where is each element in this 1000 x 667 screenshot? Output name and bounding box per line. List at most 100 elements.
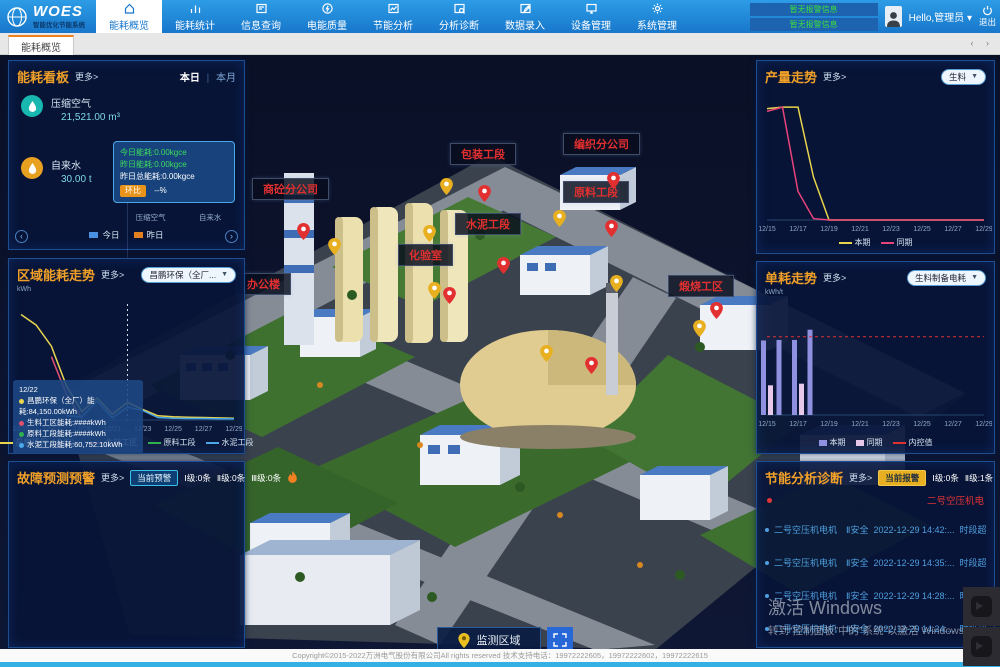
svg-text:12/17: 12/17 [789, 226, 807, 233]
map-pin[interactable] [610, 275, 623, 292]
bullet-dot [765, 594, 769, 598]
nav-能耗统计[interactable]: 能耗统计 [162, 0, 228, 33]
map-pin[interactable] [553, 210, 566, 227]
alarm-list-item[interactable]: 二号空压机电机Ⅱ安全2022-12-29 14:42:...时段超限-关... [765, 513, 986, 546]
bullet-dot [765, 528, 769, 532]
region-select[interactable]: 昌鹏环保（全厂...▼ [141, 267, 236, 283]
map-label-水泥工段[interactable]: 水泥工段 [455, 213, 521, 235]
production-trend-chart[interactable]: 12/1512/1712/1912/2112/2312/2512/2712/29 [759, 90, 992, 241]
tab-energy-overview[interactable]: 能耗概览 [8, 35, 74, 55]
map-pin[interactable] [478, 185, 491, 202]
svg-text:12/29: 12/29 [225, 426, 242, 433]
nav-信息查询[interactable]: 信息查询 [228, 0, 294, 33]
map-pin[interactable] [605, 220, 618, 237]
chevron-down-icon: ▼ [971, 274, 978, 281]
map-label-煅烧工区[interactable]: 煅烧工区 [668, 275, 734, 297]
current-alarm-badge[interactable]: 当前报警 [878, 470, 926, 486]
svg-text:12/21: 12/21 [851, 421, 869, 428]
y-axis-label: kWh/t [765, 289, 783, 296]
user-menu[interactable]: Hello,管理员 ▾ [909, 9, 972, 24]
nav-能耗概览[interactable]: 能耗概览 [96, 0, 162, 33]
more-link[interactable]: 更多> [823, 271, 846, 284]
more-link[interactable]: 更多> [75, 70, 98, 83]
device-icon [585, 2, 598, 15]
panel-fault-warning: 故障预测预警 更多> 当前预警 Ⅰ级:0条Ⅱ级:0条Ⅲ级:0条 [8, 461, 245, 648]
map-pin[interactable] [328, 238, 341, 255]
panel-unit-consumption: 单耗走势 更多> 生料制备电耗▼ kWh/t 12/1512/1712/1912… [756, 261, 995, 454]
next-arrow[interactable]: › [225, 230, 238, 243]
alarm-list-item[interactable]: 二号空压机电机Ⅱ安全2022-12-29 14:24:...时段超限-关 [765, 612, 986, 645]
nav-设备管理[interactable]: 设备管理 [558, 0, 624, 33]
floating-capture-button[interactable] [963, 587, 1000, 626]
alarm-banner: 暂无报警信息 [750, 18, 878, 31]
bullet-dot [765, 627, 769, 631]
floating-capture-button[interactable] [963, 627, 1000, 666]
alarm-list-item[interactable]: 二号空压机电机Ⅱ安全2022-12-29 14:28:...时段超限-关... [765, 579, 986, 612]
alarm-counts: Ⅰ级:0条Ⅱ级:1条Ⅲ级:0条 [932, 472, 1000, 484]
nav-电能质量[interactable]: 电能质量 [294, 0, 360, 33]
nav-分析诊断[interactable]: 分析诊断 [426, 0, 492, 33]
map-pin[interactable] [443, 287, 456, 304]
alarm-list-item[interactable]: 二号空压机电机Ⅱ安全2022-12-29 14:35:...时段超限-关... [765, 546, 986, 579]
tab-scroll-arrows[interactable]: ‹ › [971, 38, 995, 48]
tab-strip: 能耗概览 ‹ › [0, 33, 1000, 55]
more-link[interactable]: 更多> [823, 70, 846, 83]
alarm-marquee: 二号空压机电 [757, 489, 994, 509]
legend-item[interactable]: 同期 [881, 237, 913, 248]
toggle-today[interactable]: 本日 [180, 73, 200, 84]
svg-text:12/25: 12/25 [164, 426, 182, 433]
nav-数据录入[interactable]: 数据录入 [492, 0, 558, 33]
unit-select[interactable]: 生料制备电耗▼ [907, 270, 986, 286]
bottom-accent-strip [0, 662, 1000, 667]
nav-系统管理[interactable]: 系统管理 [624, 0, 690, 33]
legend-item[interactable]: 原料工段 [148, 437, 196, 448]
toggle-month[interactable]: 本月 [216, 73, 236, 84]
svg-text:12/25: 12/25 [913, 421, 931, 428]
chevron-down-icon: ▼ [971, 73, 978, 80]
location-pin-icon [458, 633, 470, 648]
current-warning-badge[interactable]: 当前预警 [130, 470, 178, 486]
svg-text:12/23: 12/23 [882, 226, 900, 233]
energy-item-air[interactable]: 压缩空气 21,521.00 m³ [21, 95, 120, 123]
more-link[interactable]: 更多> [101, 268, 124, 281]
map-pin[interactable] [440, 178, 453, 195]
ratio-badge: 环比 [120, 185, 146, 197]
alarm-banners: 暂无报警信息 暂无报警信息 [750, 3, 878, 31]
logout-button[interactable]: 退出 [979, 5, 996, 28]
map-label-化验室[interactable]: 化验室 [398, 244, 453, 266]
map-pin[interactable] [710, 302, 723, 319]
map-pin[interactable] [497, 257, 510, 274]
map-label-编织分公司[interactable]: 编织分公司 [563, 133, 640, 155]
map-label-商砼分公司[interactable]: 商砼分公司 [252, 178, 329, 200]
nav-节能分析[interactable]: 节能分析 [360, 0, 426, 33]
production-select[interactable]: 生料▼ [941, 69, 986, 85]
app-title: WOES [33, 5, 85, 19]
prev-arrow[interactable]: ‹ [15, 230, 28, 243]
map-pin[interactable] [693, 320, 706, 337]
map-pin[interactable] [540, 345, 553, 362]
legend-item[interactable]: 本期 [819, 437, 846, 448]
legend-item[interactable]: 同期 [856, 437, 883, 448]
energy-item-water[interactable]: 自来水 30.00 t [21, 157, 92, 185]
map-pin[interactable] [607, 172, 620, 189]
main-nav: 能耗概览能耗统计信息查询电能质量节能分析分析诊断数据录入设备管理系统管理 [96, 0, 690, 33]
map-pin[interactable] [428, 282, 441, 299]
legend-item[interactable]: 内控值 [893, 437, 933, 448]
power-quality-icon [321, 2, 334, 15]
panel-title: 能耗看板 [17, 67, 69, 86]
unit-consumption-chart[interactable]: 12/1512/1712/1912/2112/2312/2512/2712/29 [759, 297, 992, 436]
info-search-icon [255, 2, 268, 15]
legend-item[interactable]: 本期 [839, 237, 871, 248]
more-link[interactable]: 更多> [101, 471, 124, 484]
avatar[interactable] [885, 6, 902, 27]
map-pin[interactable] [297, 223, 310, 240]
more-link[interactable]: 更多> [849, 471, 872, 484]
svg-text:12/21: 12/21 [851, 226, 869, 233]
app-logo: WOES 智能优化节能系统 [0, 0, 96, 33]
legend-item[interactable]: 水泥工段 [206, 437, 254, 448]
panel-title: 产量走势 [765, 67, 817, 86]
map-pin[interactable] [423, 225, 436, 242]
map-pin[interactable] [585, 357, 598, 374]
kanban-legend: 今日 昨日 [9, 229, 244, 241]
map-label-包装工段[interactable]: 包装工段 [450, 143, 516, 165]
